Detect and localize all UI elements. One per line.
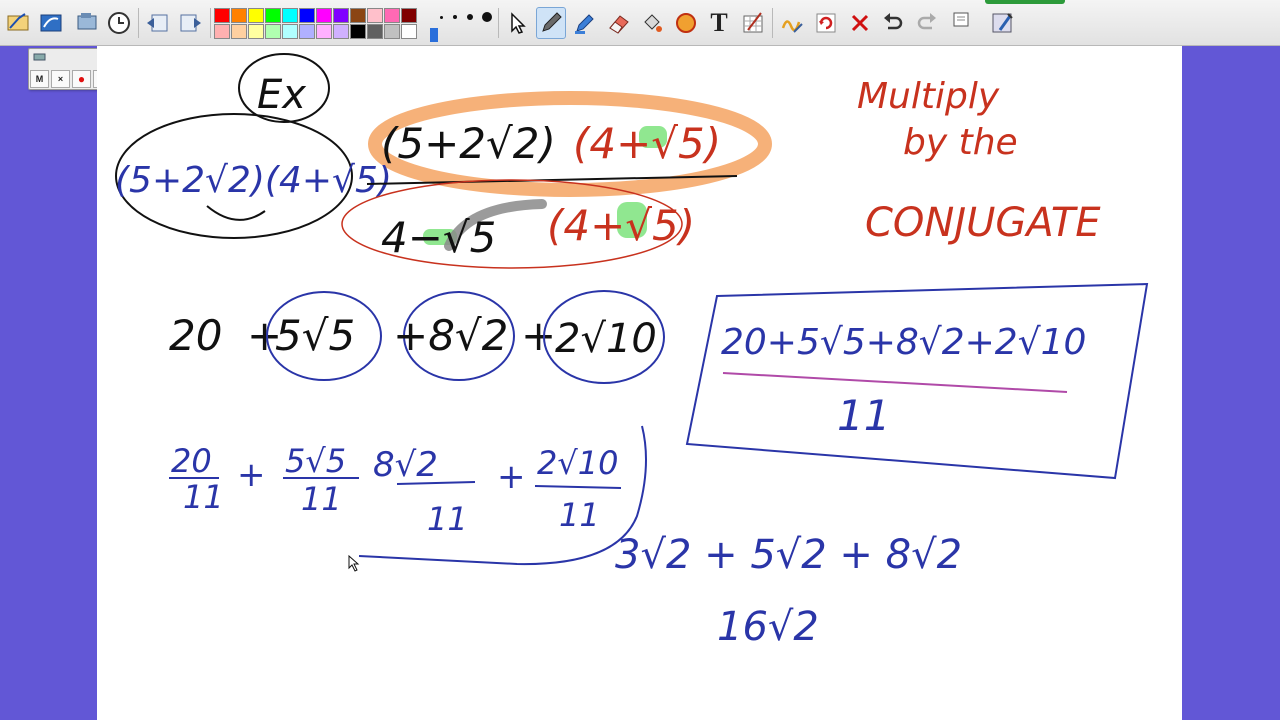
color-swatch[interactable] (214, 8, 230, 23)
color-swatch[interactable] (299, 8, 315, 23)
color-swatch[interactable] (214, 24, 230, 39)
pen-size-1[interactable] (440, 16, 443, 19)
undo-icon[interactable] (878, 7, 908, 39)
split-fraction-bar (534, 485, 622, 489)
forward-icon[interactable] (176, 7, 206, 39)
split-plus: + (497, 457, 526, 497)
refresh-icon[interactable] (811, 7, 841, 39)
pen-size-4[interactable] (482, 12, 492, 22)
color-swatch[interactable] (265, 24, 281, 39)
color-swatch[interactable] (282, 24, 298, 39)
split-denominator: 11 (183, 478, 224, 516)
ex-label: Ex (257, 72, 306, 118)
color-swatch[interactable] (316, 8, 332, 23)
numerator-conjugate: (4+√5) (573, 119, 721, 168)
color-swatch[interactable] (231, 8, 247, 23)
screen-capture-icon[interactable] (72, 7, 102, 39)
color-swatch[interactable] (384, 8, 400, 23)
top-toolbar: T (0, 0, 1280, 46)
expansion-term: 20 (169, 311, 222, 360)
color-swatch[interactable] (333, 24, 349, 39)
fill-icon[interactable] (637, 7, 667, 39)
split-denominator: 11 (559, 496, 600, 534)
expansion-term: +8√2 (393, 311, 508, 360)
settings-icon[interactable] (988, 7, 1018, 39)
redo-icon[interactable] (912, 7, 942, 39)
grid-icon[interactable] (738, 7, 768, 39)
expansion-plus: + (521, 311, 556, 360)
color-swatch[interactable] (265, 8, 281, 23)
side-work-result: 16√2 (717, 604, 819, 650)
recorder-cancel-button[interactable]: × (51, 70, 70, 88)
split-plus: + (237, 455, 266, 495)
split-denominator: 11 (301, 480, 342, 518)
color-swatch[interactable] (367, 24, 383, 39)
split-numerator: 2√10 (537, 444, 618, 482)
timer-icon[interactable] (104, 7, 134, 39)
handwriting-icon[interactable] (778, 7, 808, 39)
selected-color-indicator (430, 28, 438, 42)
distribution-arc (206, 205, 266, 221)
color-swatch[interactable] (401, 24, 417, 39)
expansion-term: 2√10 (555, 316, 657, 362)
problem-expression: (5+2√2)(4+√5) (115, 160, 392, 201)
boxed-numerator: 20+5√5+8√2+2√10 (721, 322, 1086, 363)
pen-icon[interactable] (536, 7, 566, 39)
mouse-cursor-icon (348, 554, 360, 572)
shapes-icon[interactable] (671, 7, 701, 39)
text-icon[interactable]: T (704, 7, 734, 39)
split-numerator: 5√5 (285, 442, 346, 480)
color-swatch[interactable] (316, 24, 332, 39)
color-swatch[interactable] (350, 8, 366, 23)
color-swatch[interactable] (367, 8, 383, 23)
color-swatch[interactable] (299, 24, 315, 39)
numerator: (5+2√2) (381, 119, 556, 168)
split-numerator: 8√2 (373, 445, 438, 485)
color-swatch[interactable] (350, 24, 366, 39)
answer-box (685, 282, 1149, 480)
status-indicator (985, 0, 1065, 4)
denominator: 4−√5 (381, 213, 496, 262)
expansion-term: 5√5 (275, 311, 355, 360)
text-tool-label: T (710, 8, 728, 37)
color-palette (214, 8, 417, 39)
recorder-menu-button[interactable]: M (30, 70, 49, 88)
recorder-app-icon (33, 53, 46, 61)
color-swatch[interactable] (248, 24, 264, 39)
color-swatch[interactable] (282, 8, 298, 23)
delete-icon[interactable] (845, 7, 875, 39)
color-swatch[interactable] (333, 8, 349, 23)
highlighter-icon[interactable] (36, 7, 66, 39)
page-icon[interactable] (946, 7, 976, 39)
boxed-fraction-bar (722, 372, 1068, 393)
note-by-the: by the (903, 122, 1018, 163)
denominator-conjugate: (4+√5) (547, 201, 695, 250)
pen-tool-icon[interactable] (3, 7, 33, 39)
marker-icon[interactable] (570, 7, 600, 39)
color-swatch[interactable] (248, 8, 264, 23)
note-conjugate: CONJUGATE (865, 200, 1101, 246)
boxed-denominator: 11 (837, 391, 890, 440)
side-work-line: 3√2 + 5√2 + 8√2 (615, 532, 962, 578)
back-icon[interactable] (142, 7, 172, 39)
color-swatch[interactable] (401, 8, 417, 23)
split-numerator: 20 (171, 442, 212, 480)
color-swatch[interactable] (231, 24, 247, 39)
eraser-icon[interactable] (604, 7, 634, 39)
whiteboard-page[interactable]: Ex (5+2√2)(4+√5) (5+2√2) (4+√5) 4−√5 (4+… (97, 46, 1182, 720)
split-denominator: 11 (427, 500, 468, 538)
note-multiply: Multiply (857, 76, 1000, 117)
select-arrow-icon[interactable] (502, 7, 532, 39)
pen-size-3[interactable] (467, 14, 473, 20)
pen-size-2[interactable] (453, 15, 457, 19)
color-swatch[interactable] (384, 24, 400, 39)
record-button[interactable]: ● (72, 70, 91, 88)
